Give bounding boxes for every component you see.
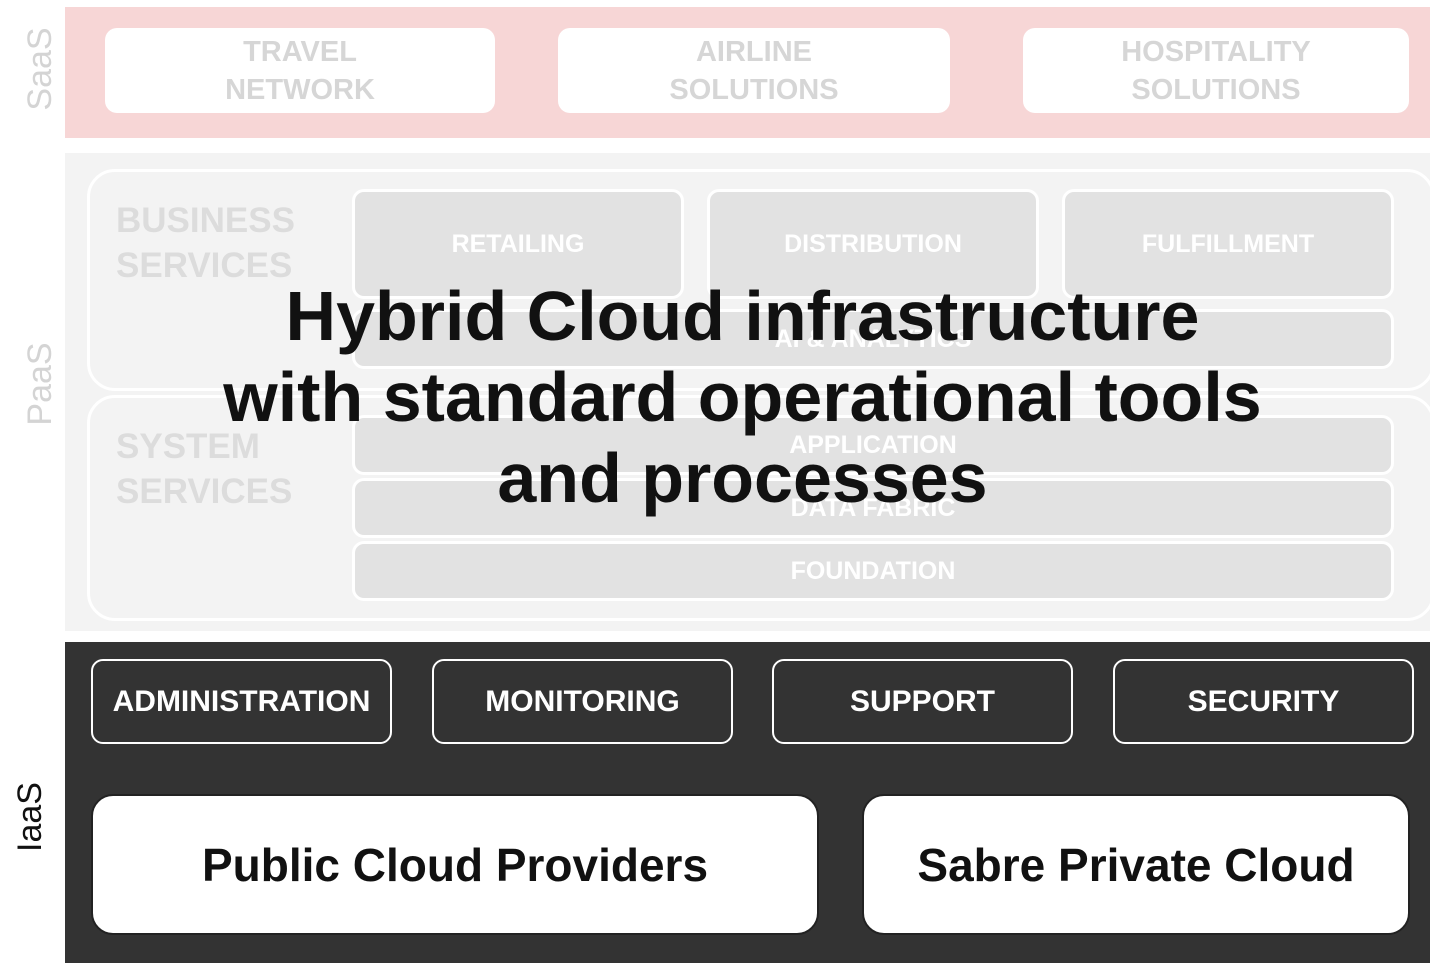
business-services-label: BUSINESS SERVICES <box>116 201 295 285</box>
saas-layer-label: SaaS <box>21 27 59 111</box>
sabre-private-cloud-box: Sabre Private Cloud <box>862 794 1410 935</box>
security-box: SECURITY <box>1113 659 1414 744</box>
iaas-layer: ADMINISTRATION MONITORING SUPPORT SECURI… <box>65 642 1430 963</box>
iaas-layer-label: IaaS <box>11 782 49 852</box>
hospitality-solutions-box: HOSPITALITY SOLUTIONS <box>1023 28 1409 113</box>
public-cloud-providers-box: Public Cloud Providers <box>91 794 819 935</box>
administration-box: ADMINISTRATION <box>91 659 392 744</box>
paas-layer-label: PaaS <box>21 342 59 426</box>
monitoring-box: MONITORING <box>432 659 733 744</box>
headline: Hybrid Cloud infrastructure with standar… <box>223 277 1262 517</box>
saas-layer: TRAVEL NETWORK AIRLINE SOLUTIONS HOSPITA… <box>65 7 1430 138</box>
foundation-row: FOUNDATION <box>352 541 1394 601</box>
airline-solutions-box: AIRLINE SOLUTIONS <box>558 28 950 113</box>
travel-network-box: TRAVEL NETWORK <box>105 28 495 113</box>
support-box: SUPPORT <box>772 659 1073 744</box>
